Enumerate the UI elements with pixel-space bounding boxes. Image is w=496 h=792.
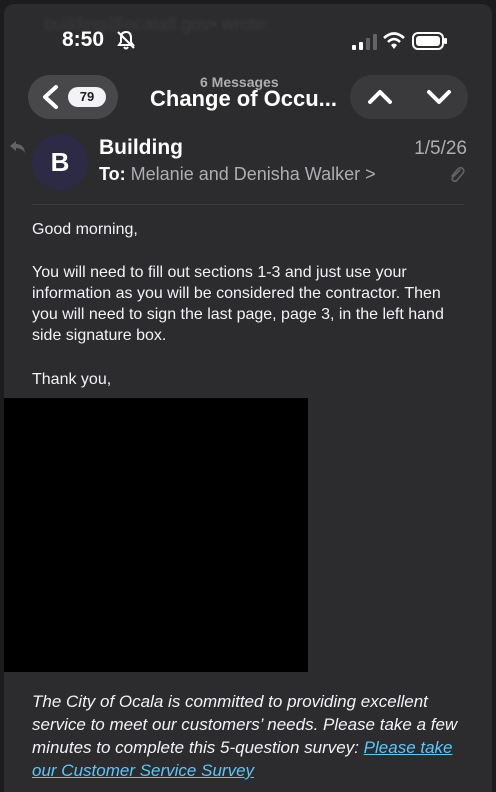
header-divider [32,204,464,205]
sender-avatar[interactable]: B [32,134,88,190]
battery-icon [412,32,447,50]
message-date: 1/5/26 [414,138,467,159]
recipients-line[interactable]: To: Melanie and Denisha Walker > [99,164,376,185]
message-header: B Building To: Melanie and Denisha Walke… [4,132,492,206]
unread-count-badge: 79 [68,87,106,107]
message-navigation-controls [350,75,468,119]
paperclip-icon [451,166,465,183]
thread-title: Change of Occu... [150,86,338,111]
bell-slash-icon [117,30,135,50]
to-label: To: [99,164,126,184]
replied-icon [10,141,25,153]
chevron-down-icon [427,90,451,104]
sender-name[interactable]: Building [99,136,183,160]
previous-message-button[interactable] [350,75,409,119]
chevron-up-icon [368,90,392,104]
mail-window: building@ocalafl.gov• wrote: 8:50 79 6 M… [4,4,492,792]
cellular-signal-icon [352,34,377,50]
thread-navigation-bar: 79 6 Messages Change of Occu... [4,68,492,128]
wifi-icon [383,32,405,49]
survey-footer: The City of Ocala is committed to provid… [32,690,472,782]
greeting: Good morning, [32,221,138,238]
signoff: Thank you, [32,371,112,388]
redacted-signature-block [4,398,308,672]
chevron-right-icon: > [365,164,376,184]
next-message-button[interactable] [409,75,468,119]
chevron-left-icon [43,85,58,109]
status-time: 8:50 [62,28,105,51]
recipients: Melanie and Denisha Walker [130,164,361,184]
status-bar: 8:50 [4,4,492,74]
message-paragraph: You will need to fill out sections 1-3 a… [32,264,444,344]
back-button[interactable]: 79 [28,75,118,119]
